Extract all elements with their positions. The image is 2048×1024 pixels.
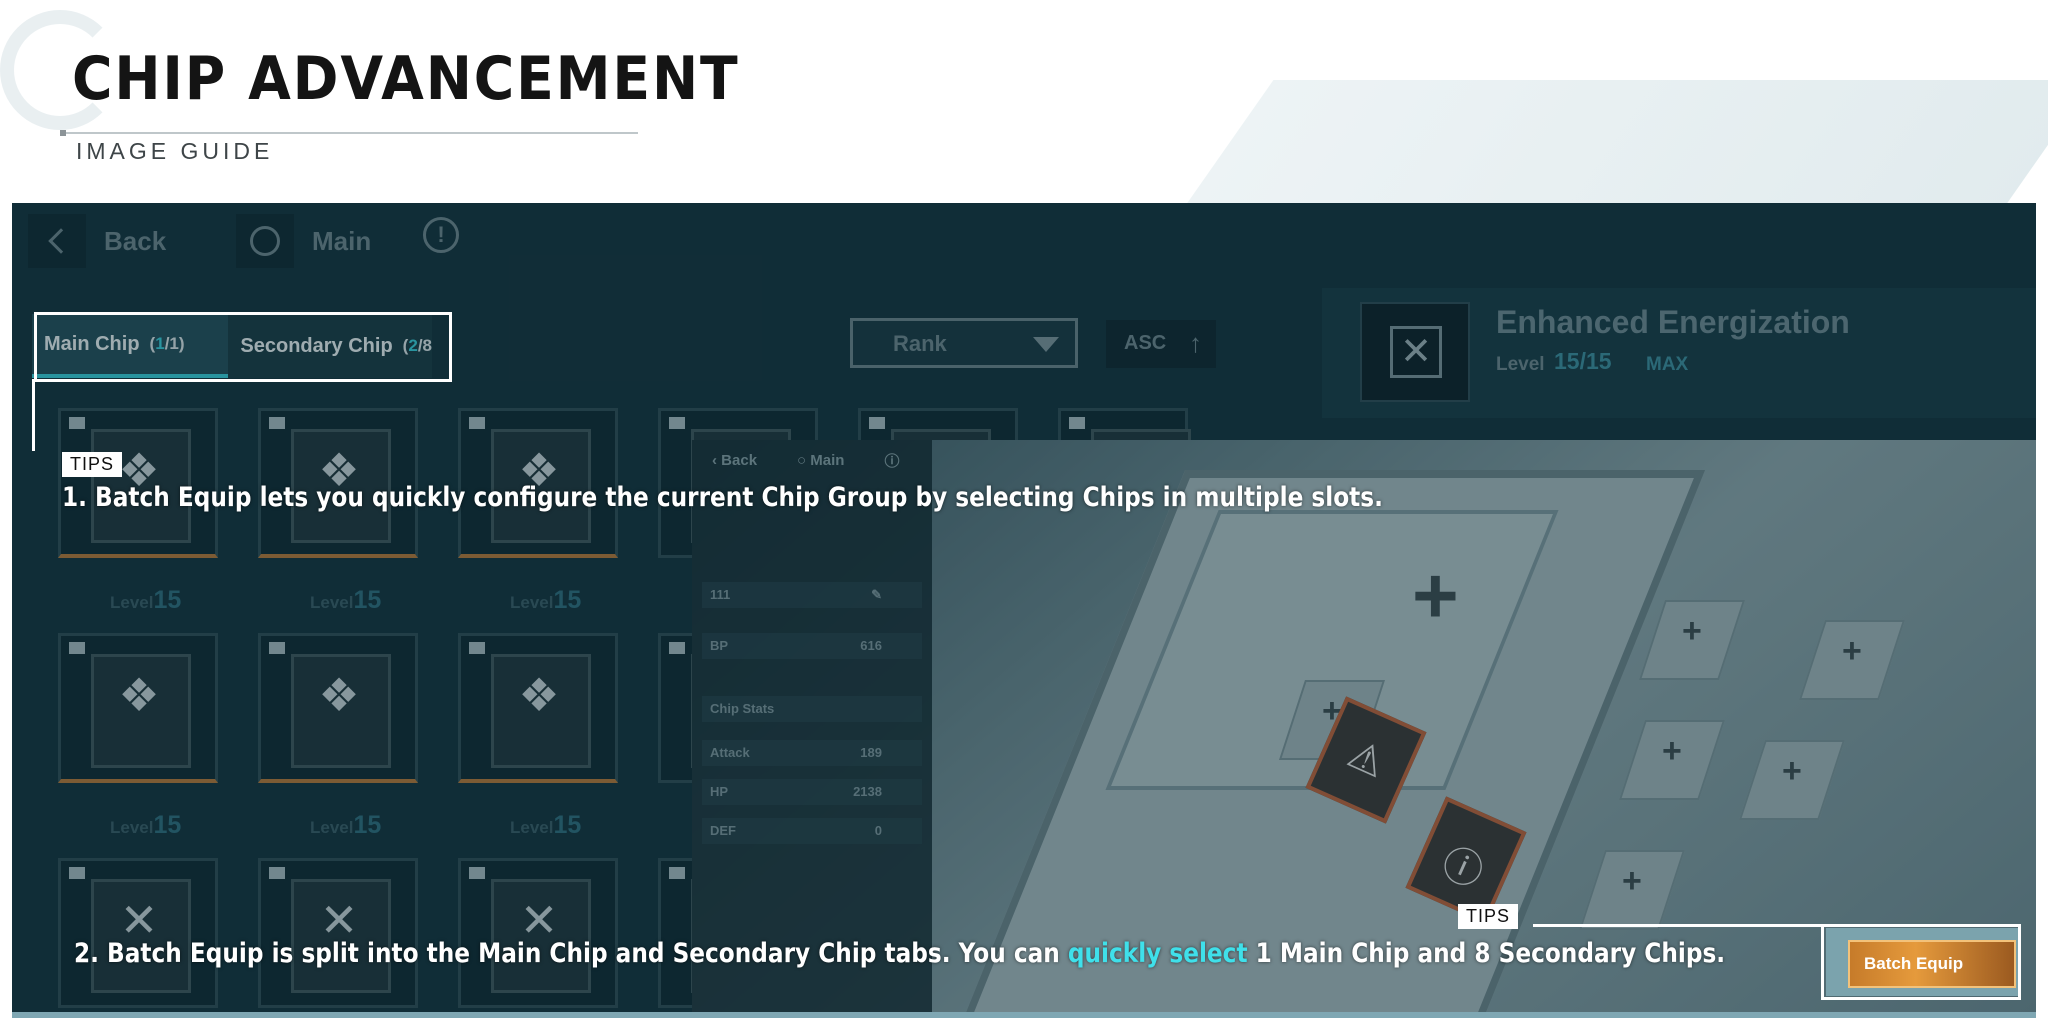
preview-def-row: DEF 0 — [702, 818, 922, 844]
preview-stats-header: Chip Stats — [702, 696, 922, 722]
selected-chip-name: Enhanced Energization — [1496, 304, 1850, 340]
chip-slot[interactable]: ✕ — [58, 858, 218, 1008]
selected-chip-level-label: Level — [1496, 354, 1545, 375]
chip-level: Level15 — [110, 811, 182, 839]
page-title: CHIP ADVANCEMENT — [72, 44, 740, 114]
arrow-up-icon: ↑ — [1189, 328, 1202, 358]
tips-leader-line — [32, 379, 35, 451]
selected-chip-max: MAX — [1646, 354, 1689, 375]
plus-icon: + — [1682, 612, 1702, 650]
chip-slot[interactable]: ❖ — [58, 633, 218, 783]
tip-2-highlight: quickly select — [1067, 938, 1248, 969]
plus-icon: + — [1662, 732, 1682, 770]
rank-label: Rank — [893, 331, 947, 356]
header-decoration — [1186, 80, 2048, 204]
selected-chip-card: ✕ Enhanced Energization Level 15/15 MAX — [1322, 288, 2036, 418]
preview-nav: ‹ Back ○ Main ⓘ — [712, 450, 899, 471]
lock-tag-icon — [669, 417, 685, 429]
main-label: Main — [312, 225, 372, 256]
chip-level: Level15 — [510, 811, 582, 839]
preview-back: ‹ Back — [712, 452, 758, 469]
plus-icon: + — [1412, 551, 1459, 640]
chip-level: Level15 — [110, 586, 182, 614]
layers-icon: ❖ — [118, 669, 160, 721]
preview-attack-row: Attack 189 — [702, 740, 922, 766]
lock-tag-icon — [269, 867, 285, 879]
selected-chip-icon: ✕ — [1360, 302, 1470, 402]
lock-tag-icon — [69, 867, 85, 879]
lock-tag-icon — [869, 417, 885, 429]
chevron-left-icon — [28, 214, 86, 268]
lock-tag-icon — [269, 642, 285, 654]
lock-tag-icon — [669, 867, 685, 879]
lock-tag-icon — [269, 417, 285, 429]
lock-tag-icon — [469, 867, 485, 879]
crossed-swords-icon: ✕ — [1390, 326, 1442, 378]
tip-2-text: 2. Batch Equip is split into the Main Ch… — [74, 938, 1726, 969]
selected-chip-level: 15/15 — [1554, 348, 1612, 374]
tip-1-text: 1. Batch Equip lets you quickly configur… — [62, 482, 1383, 513]
caret-down-icon — [1033, 337, 1059, 352]
page-header: CHIP ADVANCEMENT IMAGE GUIDE — [0, 0, 2048, 204]
lock-tag-icon — [69, 417, 85, 429]
sort-order-label: ASC — [1124, 332, 1167, 354]
preview-info-icon: ⓘ — [884, 453, 900, 470]
tips-label: TIPS — [62, 452, 123, 477]
preview-hp-row: HP 2138 — [702, 779, 922, 805]
info-icon: ⓘ — [1435, 839, 1490, 897]
chip-slot[interactable]: ❖ — [458, 633, 618, 783]
chip-slot[interactable]: ❖ — [258, 633, 418, 783]
game-top-nav: Back Main ! — [12, 203, 1312, 283]
preview-stats-panel: ‹ Back ○ Main ⓘ 111 ✎ BP 616 Chip Stats At… — [692, 440, 932, 1018]
chip-slot[interactable]: ✕ — [258, 858, 418, 1008]
circle-icon — [236, 214, 294, 268]
rank-dropdown[interactable]: Rank — [850, 318, 1078, 368]
title-divider — [62, 132, 638, 134]
main-button[interactable]: Main — [236, 213, 371, 269]
sort-order-button[interactable]: ASC ↑ — [1106, 320, 1216, 368]
layers-icon: ❖ — [318, 669, 360, 721]
chip-level: Level15 — [310, 811, 382, 839]
lock-tag-icon — [469, 417, 485, 429]
tips-label: TIPS — [1458, 904, 1519, 929]
page-subtitle: IMAGE GUIDE — [76, 138, 274, 164]
tabs-highlight-frame — [34, 312, 452, 382]
layers-icon: ❖ — [518, 669, 560, 721]
plus-icon: + — [1782, 752, 1802, 790]
preview-bp-row: BP 616 — [702, 633, 922, 659]
preview-main: ○ Main — [797, 452, 845, 469]
plus-icon: + — [1842, 632, 1862, 670]
warning-triangle-icon: ⚠ — [1341, 731, 1392, 787]
lock-tag-icon — [669, 642, 685, 654]
plus-icon: + — [1622, 862, 1642, 900]
tips-leader-line — [1533, 924, 1823, 927]
lock-tag-icon — [69, 642, 85, 654]
lock-tag-icon — [1069, 417, 1085, 429]
chip-level: Level15 — [310, 586, 382, 614]
lock-tag-icon — [469, 642, 485, 654]
edit-icon: ✎ — [871, 587, 882, 602]
back-button[interactable]: Back — [28, 213, 166, 269]
batch-equip-highlight-frame — [1821, 924, 2021, 1000]
game-screenshot: Back Main ! Main Chip (1/1) Secondary Ch… — [12, 203, 2036, 1018]
info-icon[interactable]: ! — [423, 217, 459, 253]
back-label: Back — [104, 225, 167, 256]
preview-group-name: 111 ✎ — [702, 582, 922, 608]
chip-slot[interactable]: ✕ — [458, 858, 618, 1008]
chip-level: Level15 — [510, 586, 582, 614]
title-divider-dot — [60, 130, 66, 136]
